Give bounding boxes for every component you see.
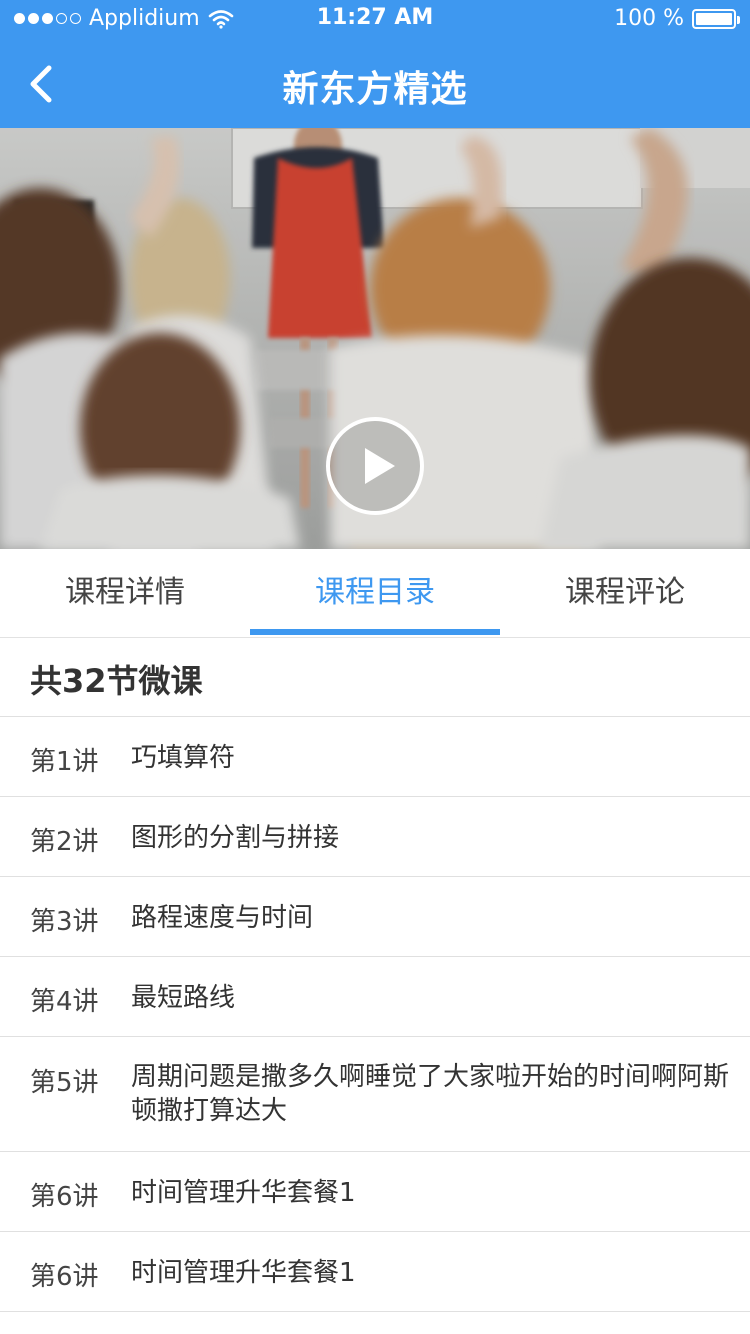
lesson-number: 第6讲	[30, 1262, 99, 1292]
battery-indicator: 100 %	[614, 6, 740, 31]
lesson-title: 图形的分割与拼接	[131, 823, 340, 853]
lesson-title: 时间管理升华套餐1	[131, 1178, 356, 1208]
divider	[0, 796, 750, 797]
divider	[0, 876, 750, 877]
battery-percent: 100 %	[614, 6, 684, 31]
divider	[0, 1231, 750, 1232]
battery-icon	[692, 8, 740, 29]
lesson-number: 第5讲	[30, 1068, 99, 1098]
tab-course-reviews[interactable]: 课程评论	[500, 549, 750, 637]
divider	[0, 956, 750, 957]
active-tab-indicator	[250, 629, 500, 635]
tab-course-details[interactable]: 课程详情	[0, 549, 250, 637]
app-header: Applidium 11:27 AM 100 % 新东方精选	[0, 0, 750, 128]
lesson-title: 巧填算符	[131, 743, 236, 773]
divider	[0, 1311, 750, 1312]
lesson-number: 第3讲	[30, 907, 99, 937]
lesson-title: 时间管理升华套餐1	[131, 1258, 356, 1288]
lesson-number: 第4讲	[30, 987, 99, 1017]
lesson-title: 周期问题是撒多久啊睡觉了大家啦开始的时间啊阿斯顿撒打算达大	[131, 1062, 730, 1126]
lesson-title: 最短路线	[131, 983, 236, 1013]
divider	[0, 716, 750, 717]
status-bar: Applidium 11:27 AM 100 %	[0, 0, 750, 38]
lesson-number: 第1讲	[30, 747, 99, 777]
page-title: 新东方精选	[282, 69, 468, 110]
video-player[interactable]	[0, 128, 750, 549]
tab-bar: 课程详情 课程目录 课程评论	[0, 549, 750, 638]
divider	[0, 1036, 750, 1037]
tab-course-catalog[interactable]: 课程目录	[250, 549, 500, 637]
lesson-title: 路程速度与时间	[131, 903, 314, 933]
play-circle-icon[interactable]	[325, 416, 425, 516]
lesson-number: 第6讲	[30, 1182, 99, 1212]
lesson-count: 共32节微课	[30, 662, 203, 700]
divider	[0, 1151, 750, 1152]
lesson-number: 第2讲	[30, 827, 99, 857]
